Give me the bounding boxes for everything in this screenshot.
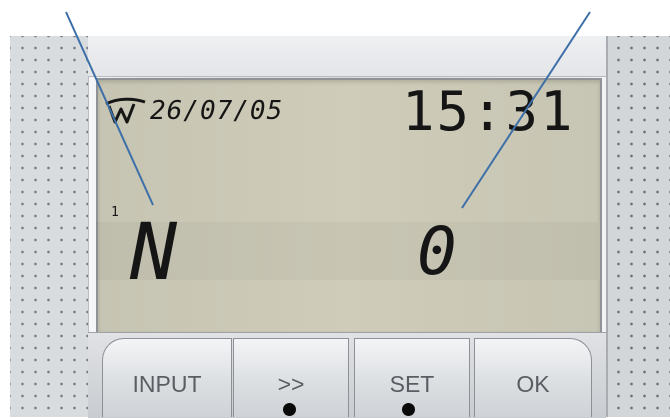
ok-button[interactable]: OK	[474, 338, 592, 417]
left-value-display: N	[130, 208, 177, 298]
next-button-label: >>	[277, 371, 305, 397]
top-bezel	[88, 36, 606, 77]
right-speaker-grille	[606, 36, 670, 417]
set-button-label: SET	[389, 371, 435, 397]
right-value-display: 0	[417, 213, 457, 290]
input-button-label: INPUT	[132, 371, 202, 397]
next-indicator-dot	[283, 403, 296, 416]
wave-logo-icon	[105, 97, 146, 124]
left-speaker-grille	[10, 36, 89, 417]
date-display: 26/07/05	[150, 96, 284, 126]
ok-button-label: OK	[516, 371, 550, 397]
time-display: 15:31	[402, 80, 575, 143]
input-button[interactable]: INPUT	[102, 338, 232, 417]
line-number-indicator: 1	[111, 205, 119, 220]
set-indicator-dot	[402, 403, 415, 416]
